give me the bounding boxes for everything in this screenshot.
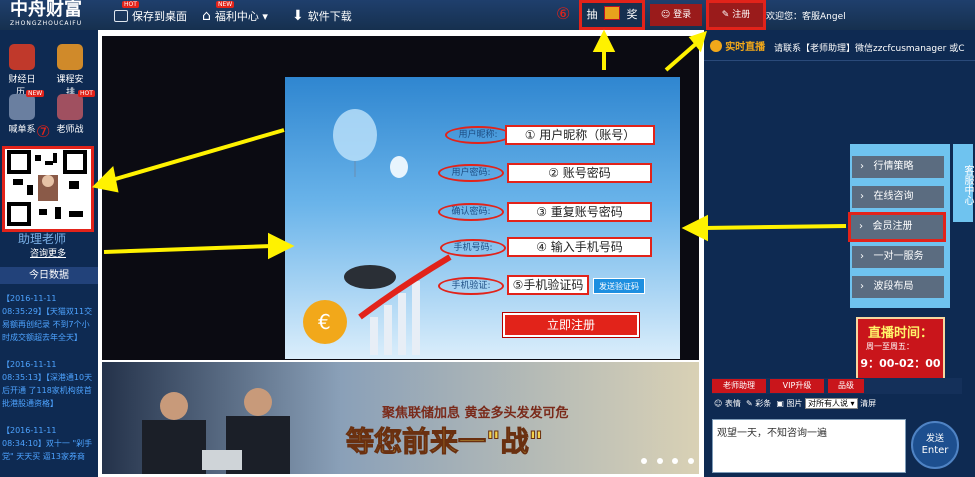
arrow-to-qr (111, 128, 285, 182)
arrow-to-register (664, 40, 700, 72)
arrow-to-form (103, 244, 273, 254)
annotation-arrows (91, 29, 847, 260)
arrowhead (91, 165, 119, 193)
arrowhead (681, 214, 708, 242)
arrow-from-member-register (703, 224, 847, 230)
arrowhead (592, 29, 616, 52)
arrowhead (268, 232, 295, 260)
